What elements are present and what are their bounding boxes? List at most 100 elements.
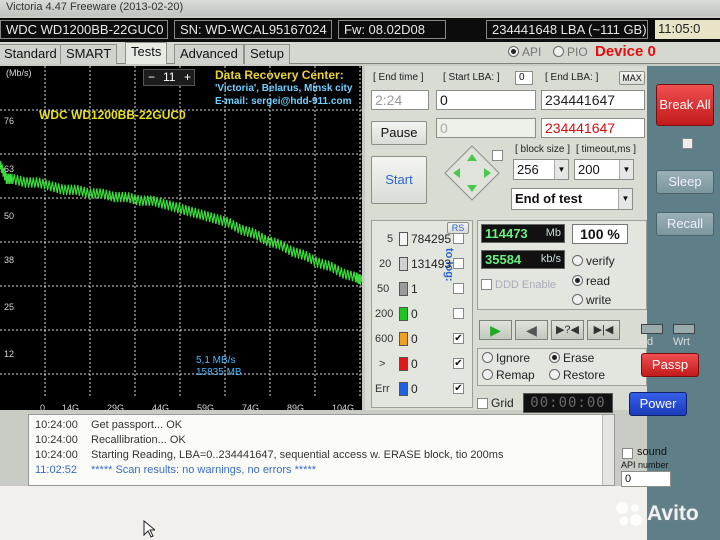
timeout-label: [ timeout,ms ]	[576, 144, 637, 155]
break-all-button[interactable]: Break All	[656, 84, 714, 126]
tab-advanced[interactable]: Advanced	[174, 44, 244, 64]
log-checkbox[interactable]	[453, 233, 464, 244]
api-mode-option[interactable]: API	[508, 45, 541, 59]
log-checkbox[interactable]: ✔	[453, 358, 464, 369]
erase-option[interactable]: Erase	[549, 351, 594, 365]
log-text: Starting Reading, LBA=0..234441647, sequ…	[91, 449, 504, 461]
erase-radio[interactable]	[549, 352, 560, 363]
tab-tests[interactable]: Tests	[125, 42, 168, 64]
read-option[interactable]: read	[572, 274, 610, 288]
event-log[interactable]: 10:24:00 Get passport... OK 10:24:00 Recall…	[28, 414, 615, 486]
sound-checkbox[interactable]	[622, 448, 633, 459]
direction-checkbox[interactable]	[492, 150, 503, 161]
restore-radio[interactable]	[549, 369, 560, 380]
grid-option[interactable]: Grid	[477, 396, 514, 410]
block-color-swatch	[399, 282, 408, 296]
pause-button[interactable]: Pause	[371, 121, 427, 145]
verify-radio[interactable]	[572, 255, 583, 266]
speed-graph: (Mb/s) − 11 + Data Recovery Center: 'Vic…	[0, 66, 362, 410]
x-tick-label: 59G	[197, 403, 215, 410]
pio-radio[interactable]	[553, 46, 564, 57]
block-time-label: 50	[377, 283, 390, 295]
block-time-label: >	[379, 358, 386, 370]
ddd-enable-checkbox[interactable]	[481, 279, 492, 290]
power-button[interactable]: Power	[629, 392, 687, 416]
end-time-field[interactable]: 2:24	[371, 90, 429, 110]
read-radio[interactable]	[572, 275, 583, 286]
y-tick-label: 25	[4, 301, 15, 312]
block-size-select[interactable]: 256 ▼	[513, 159, 569, 180]
play-backward-button[interactable]: ◀	[515, 320, 548, 340]
log-line: 10:24:00 Recallibration... OK	[35, 434, 186, 446]
log-checkbox[interactable]: ✔	[453, 333, 464, 344]
log-checkbox[interactable]	[453, 258, 464, 269]
scale-minus-button[interactable]: −	[148, 70, 155, 85]
block-count: 0	[411, 332, 418, 346]
log-time: 10:24:00	[35, 419, 78, 431]
end-lba-field-2[interactable]: 234441647	[541, 118, 645, 138]
play-forward-button[interactable]: ▶	[479, 320, 512, 340]
sleep-button[interactable]: Sleep	[656, 170, 714, 194]
speed-series-line	[0, 160, 362, 286]
current-speed-readout: 5,1 MB/s 15835 MB	[196, 355, 242, 379]
ddd-enable-option[interactable]: DDD Enable	[481, 279, 556, 291]
remap-radio[interactable]	[482, 369, 493, 380]
verify-option[interactable]: verify	[572, 254, 615, 268]
start-lba-zero[interactable]: 0	[515, 71, 533, 85]
end-action-select[interactable]: End of test ▼	[511, 188, 633, 210]
write-radio[interactable]	[572, 294, 583, 305]
start-lba-field-2[interactable]: 0	[436, 118, 536, 138]
tab-smart[interactable]: SMART	[60, 44, 118, 64]
x-tick-label: 104G	[332, 403, 355, 410]
passp-button[interactable]: Passp	[641, 353, 699, 377]
speed-display: 35584 kb/s	[481, 250, 565, 269]
butterfly-icon: ▶|◀	[593, 324, 614, 336]
ignore-radio[interactable]	[482, 352, 493, 363]
restore-option[interactable]: Restore	[549, 368, 605, 382]
scale-plus-button[interactable]: +	[184, 70, 191, 85]
clock: 11:05:0	[655, 20, 720, 39]
log-scrollbar[interactable]	[602, 415, 614, 485]
recovery-location: 'Victoria', Belarus, Minsk city	[215, 83, 353, 94]
read-indicator	[641, 324, 663, 334]
pio-mode-option[interactable]: PIO	[553, 45, 588, 59]
tab-setup[interactable]: Setup	[244, 44, 290, 64]
sound-label: sound	[637, 446, 667, 458]
api-radio[interactable]	[508, 46, 519, 57]
x-tick-label: 89G	[287, 403, 305, 410]
graph-scale-control[interactable]: − 11 +	[143, 69, 195, 86]
api-number-label: API number	[621, 460, 669, 470]
start-button[interactable]: Start	[371, 156, 427, 204]
write-label: Wrt	[673, 336, 690, 348]
max-button[interactable]: MAX	[619, 71, 645, 85]
tab-standard[interactable]: Standard	[0, 44, 63, 64]
block-count: 1	[411, 282, 418, 296]
log-checkbox[interactable]	[453, 308, 464, 319]
y-tick-label: 63	[4, 163, 15, 174]
recall-button[interactable]: Recall	[656, 212, 714, 236]
reverse-icon: ◀	[526, 322, 537, 338]
remap-option[interactable]: Remap	[482, 368, 535, 382]
scale-value: 11	[163, 70, 176, 84]
y-tick-label: 50	[4, 210, 15, 221]
device-label: Device 0	[595, 43, 656, 60]
break-all-checkbox[interactable]	[682, 138, 693, 149]
timeout-select[interactable]: 200 ▼	[574, 159, 634, 180]
log-checkbox[interactable]	[453, 283, 464, 294]
api-number-field[interactable]: 0	[621, 471, 671, 487]
random-icon: ▶?◀	[555, 324, 580, 336]
speed-value: 35584	[485, 252, 522, 267]
end-lba-field[interactable]: 234441647	[541, 90, 645, 110]
start-lba-field[interactable]: 0	[436, 90, 536, 110]
graph-drive-label: WDC WD1200BB-22GUC0	[39, 108, 186, 122]
ignore-option[interactable]: Ignore	[482, 351, 530, 365]
grid-checkbox[interactable]	[477, 398, 488, 409]
x-tick-label: 44G	[152, 403, 170, 410]
block-count: 131493	[411, 257, 452, 271]
random-access-button[interactable]: ▶?◀	[551, 320, 584, 340]
log-checkbox[interactable]: ✔	[453, 383, 464, 394]
watermark: Avito	[614, 496, 714, 532]
elapsed-timer: 00:00:00	[523, 393, 613, 413]
butterfly-button[interactable]: ▶|◀	[587, 320, 620, 340]
write-option[interactable]: write	[572, 293, 611, 307]
